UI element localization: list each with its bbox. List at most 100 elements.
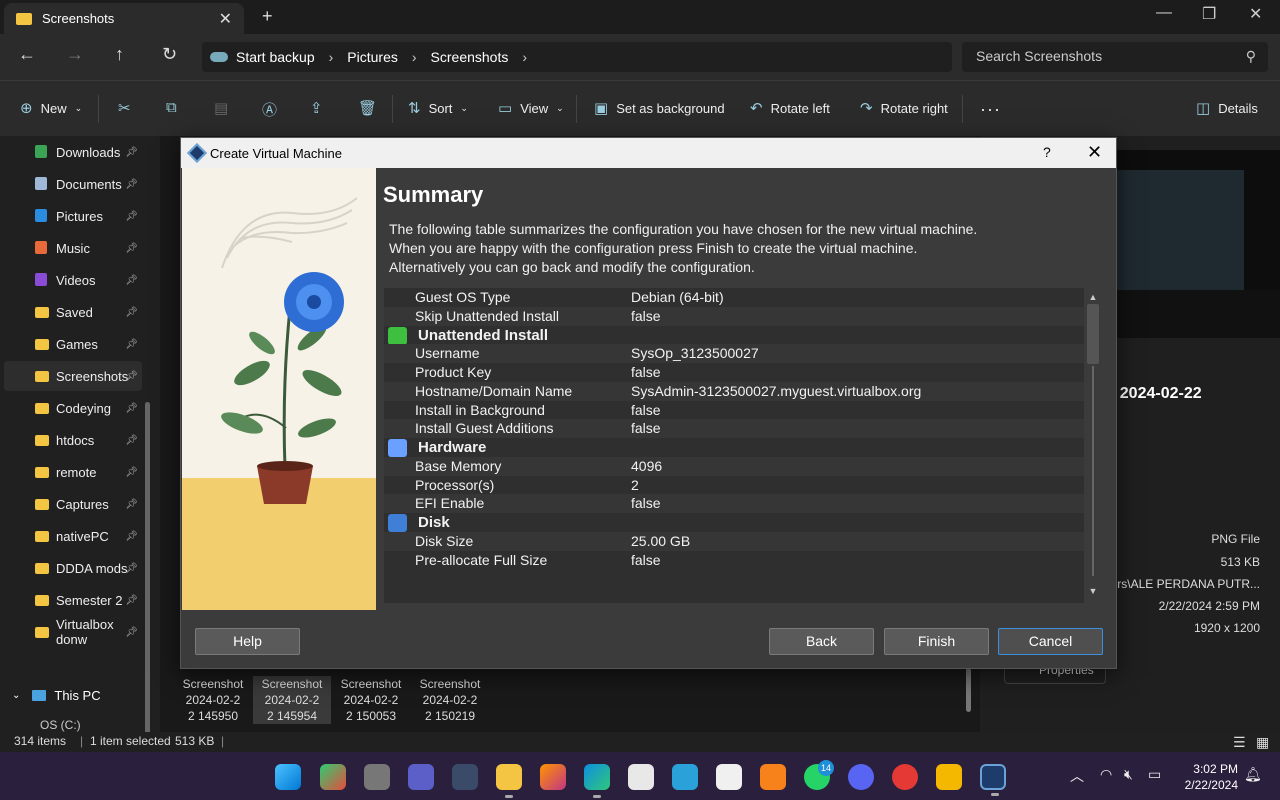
table-group-row[interactable]: Disk <box>384 513 1084 532</box>
sidebar-item[interactable]: Semester 2 📌︎ <box>4 585 142 615</box>
sidebar-item[interactable]: Videos 📌︎ <box>4 265 142 295</box>
sidebar-item[interactable]: nativePC 📌︎ <box>4 521 142 551</box>
pin-icon[interactable]: 📌︎ <box>125 403 138 414</box>
chevron-right-icon[interactable]: › <box>412 49 417 65</box>
sidebar-item[interactable]: Virtualbox donw 📌︎ <box>4 617 142 647</box>
notepad-icon[interactable] <box>672 764 698 790</box>
refresh-icon[interactable]: ↻ <box>162 44 177 65</box>
table-group-row[interactable]: Unattended Install <box>384 326 1084 345</box>
sidebar-item[interactable]: Screenshots 📌︎ <box>4 361 142 391</box>
close-tab-icon[interactable]: ✕ <box>219 9 232 29</box>
start-menu-icon[interactable] <box>275 764 301 790</box>
table-row[interactable]: Base Memory 4096 <box>384 456 1084 476</box>
battery-icon[interactable]: ▭ <box>1148 766 1161 783</box>
table-scrollbar[interactable]: ▲ ▼ <box>1084 288 1102 603</box>
monitor-app-icon[interactable] <box>452 764 478 790</box>
virtualbox-icon[interactable] <box>980 764 1006 796</box>
new-tab-icon[interactable]: + <box>262 6 273 27</box>
delete-button[interactable]: 🗑 <box>358 99 377 117</box>
tiles-view-icon[interactable]: ▦ <box>1256 734 1269 751</box>
rotate-right-button[interactable]: ↷ Rotate right <box>860 99 948 117</box>
pin-icon[interactable]: 📌︎ <box>125 339 138 350</box>
table-row[interactable]: Guest OS Type Debian (64-bit) <box>384 288 1084 307</box>
media-player-icon[interactable] <box>892 764 918 790</box>
back-arrow-icon[interactable]: ← <box>18 44 36 65</box>
sidebar-item[interactable]: remote 📌︎ <box>4 457 142 487</box>
pin-icon[interactable]: 📌︎ <box>125 147 138 158</box>
sidebar-item[interactable]: Codeying 📌︎ <box>4 393 142 423</box>
sidebar-item[interactable]: Music 📌︎ <box>4 233 142 263</box>
sort-button[interactable]: ⇅ Sort ⌄ <box>408 99 468 117</box>
pin-icon[interactable]: 📌︎ <box>125 563 138 574</box>
view-button[interactable]: ▭ View ⌄ <box>498 99 564 117</box>
new-button[interactable]: ⊕ New ⌄ <box>20 99 82 117</box>
search-input[interactable]: Search Screenshots ⚲ <box>962 42 1268 72</box>
pin-icon[interactable]: 📌︎ <box>125 595 138 606</box>
pin-icon[interactable]: 📌︎ <box>125 371 138 382</box>
content-scrollbar[interactable] <box>966 668 971 712</box>
pin-icon[interactable]: 📌︎ <box>125 627 138 638</box>
file-item[interactable]: Screenshot 2024-02-2 2 145950 <box>174 676 252 724</box>
pin-icon[interactable]: 📌︎ <box>125 211 138 222</box>
clock[interactable]: 3:02 PM 2/22/2024 <box>1185 761 1238 793</box>
maximize-icon[interactable]: ❐ <box>1202 4 1216 24</box>
snipping-tool-icon[interactable] <box>716 764 742 790</box>
sidebar-item[interactable]: Pictures 📌︎ <box>4 201 142 231</box>
chevron-down-icon[interactable]: ⌄ <box>12 690 20 701</box>
tab-screenshots[interactable]: Screenshots ✕ <box>4 3 244 34</box>
help-button[interactable]: Help <box>195 628 300 655</box>
sidebar-scrollbar[interactable] <box>145 402 150 782</box>
chevron-right-icon[interactable]: › <box>329 49 334 65</box>
table-row[interactable]: EFI Enable false <box>384 494 1084 514</box>
sidebar-item[interactable]: htdocs 📌︎ <box>4 425 142 455</box>
task-view-icon[interactable] <box>364 764 390 790</box>
breadcrumb-screenshots[interactable]: Screenshots <box>431 49 509 65</box>
chevron-up-icon[interactable]: ︿ <box>1070 766 1084 786</box>
table-row[interactable]: Install Guest Additions false <box>384 419 1084 439</box>
medal-icon[interactable] <box>936 764 962 790</box>
sidebar-item[interactable]: DDDA mods 📌︎ <box>4 553 142 583</box>
paste-button[interactable]: ▤ <box>214 99 228 117</box>
table-group-row[interactable]: Hardware <box>384 438 1084 457</box>
chevron-right-icon[interactable]: › <box>522 49 527 65</box>
minimize-icon[interactable]: — <box>1156 4 1172 22</box>
scroll-thumb[interactable] <box>1087 304 1099 364</box>
pin-icon[interactable]: 📌︎ <box>125 179 138 190</box>
edge-icon[interactable] <box>584 764 610 798</box>
breadcrumb-start-backup[interactable]: Start backup <box>236 49 315 65</box>
table-row[interactable]: Disk Size 25.00 GB <box>384 531 1084 551</box>
teams-icon[interactable] <box>408 764 434 790</box>
up-arrow-icon[interactable]: ↑ <box>115 44 124 65</box>
details-button[interactable]: ◫ Details <box>1196 99 1258 117</box>
copy-button[interactable]: ⧉ <box>166 99 177 116</box>
close-icon[interactable]: ✕ <box>1087 142 1102 163</box>
pin-icon[interactable]: 📌︎ <box>125 307 138 318</box>
microsoft-store-icon[interactable] <box>628 764 654 790</box>
firefox-icon[interactable] <box>540 764 566 790</box>
set-background-button[interactable]: ▣ Set as background <box>594 99 725 117</box>
table-row[interactable]: Username SysOp_3123500027 <box>384 344 1084 364</box>
close-window-icon[interactable]: ✕ <box>1249 4 1262 24</box>
discord-icon[interactable] <box>848 764 874 790</box>
rename-button[interactable]: Ⓐ <box>262 99 277 120</box>
forward-arrow-icon[interactable]: → <box>66 44 84 65</box>
rotate-left-button[interactable]: ↶ Rotate left <box>750 99 830 117</box>
sidebar-item[interactable]: Games 📌︎ <box>4 329 142 359</box>
help-icon[interactable]: ? <box>1043 144 1051 160</box>
finish-button[interactable]: Finish <box>884 628 989 655</box>
pin-icon[interactable]: 📌︎ <box>125 243 138 254</box>
file-item[interactable]: Screenshot 2024-02-2 2 150053 <box>332 676 410 724</box>
file-item[interactable]: Screenshot 2024-02-2 2 145954 <box>253 676 331 724</box>
sidebar-item[interactable]: Documents 📌︎ <box>4 169 142 199</box>
table-row[interactable]: Install in Background false <box>384 401 1084 420</box>
sidebar-item[interactable]: Downloads 📌︎ <box>4 137 142 167</box>
scroll-down-icon[interactable]: ▼ <box>1087 586 1099 596</box>
pin-icon[interactable]: 📌︎ <box>125 531 138 542</box>
details-view-icon[interactable]: ☰ <box>1233 734 1246 751</box>
back-button[interactable]: Back <box>769 628 874 655</box>
notifications-bell-icon[interactable]: 🔔︎ <box>1244 766 1262 783</box>
sidebar-item-this-pc[interactable]: ⌄ This PC <box>12 688 101 703</box>
table-row[interactable]: Skip Unattended Install false <box>384 306 1084 326</box>
pin-icon[interactable]: 📌︎ <box>125 435 138 446</box>
file-item[interactable]: Screenshot 2024-02-2 2 150219 <box>411 676 489 724</box>
